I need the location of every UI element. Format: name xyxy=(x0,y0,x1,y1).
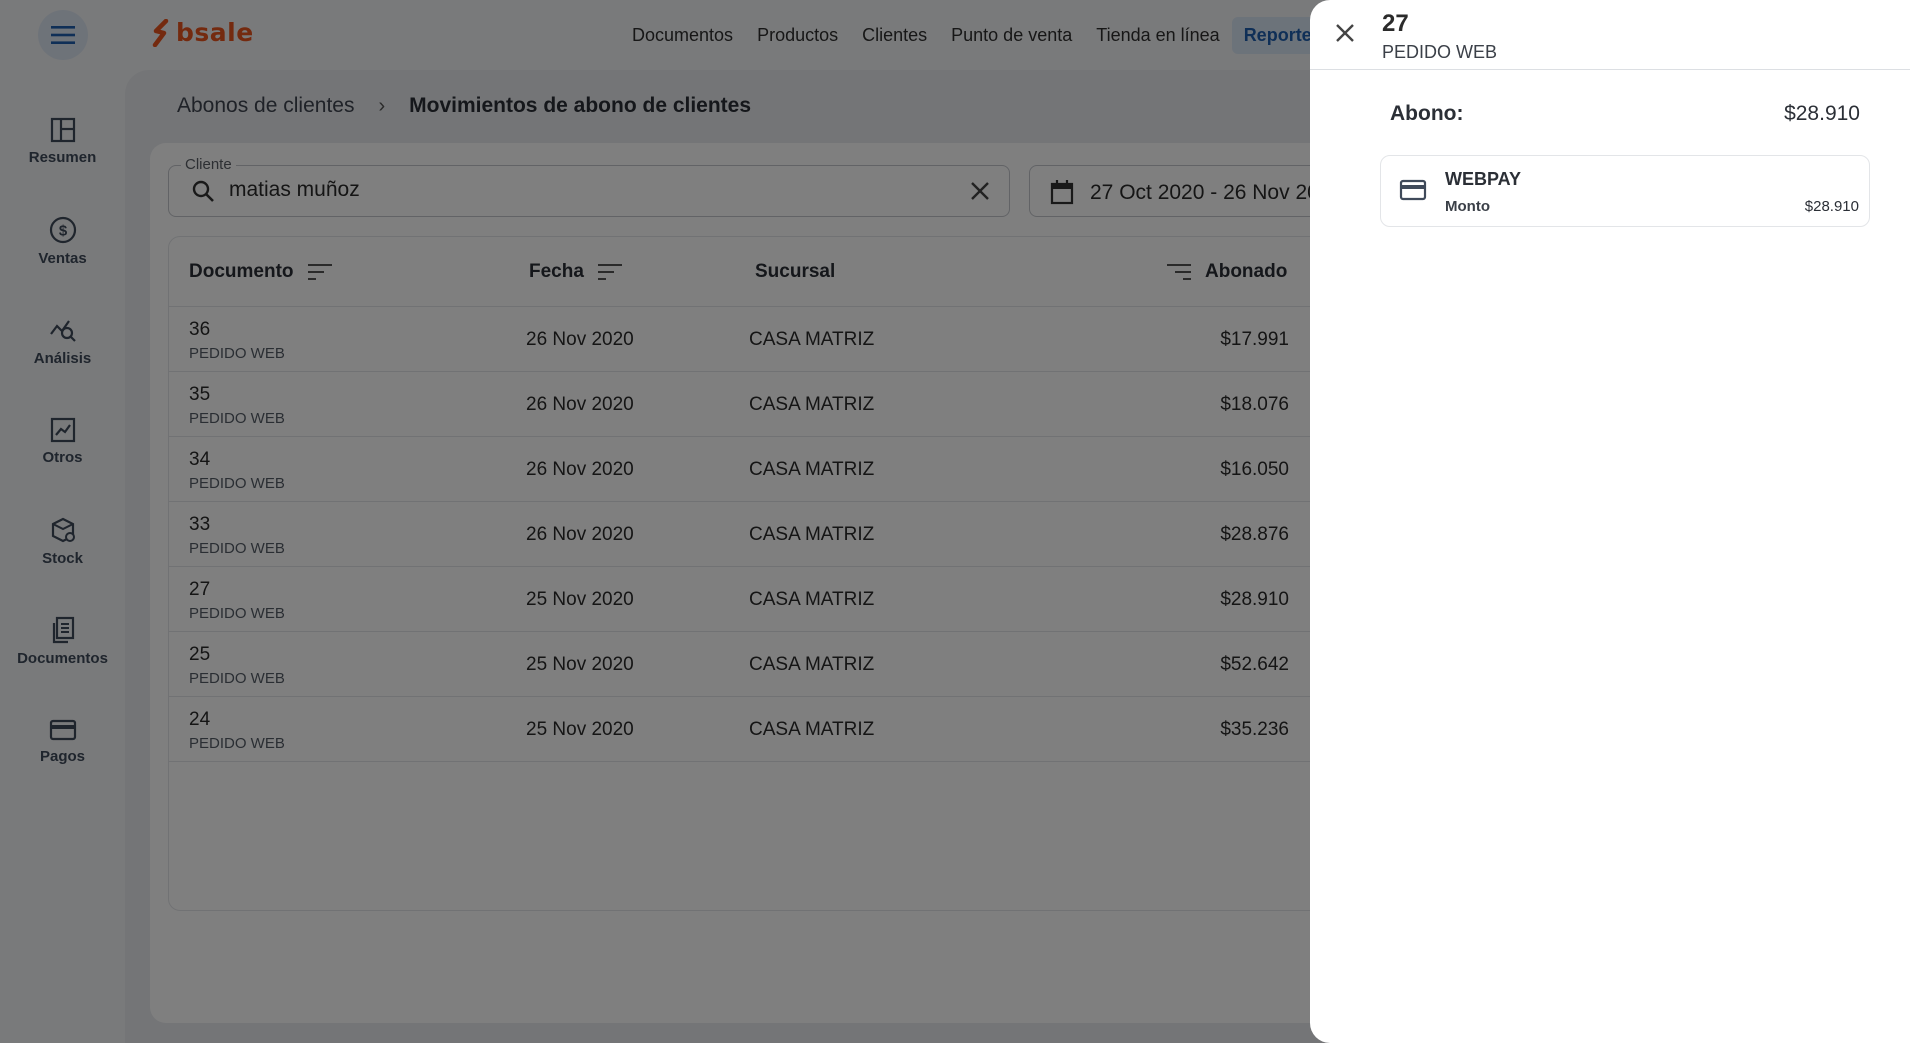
payment-amount: $28.910 xyxy=(1804,198,1859,215)
drawer-doc-number: 27 xyxy=(1382,10,1409,37)
close-icon[interactable] xyxy=(1334,22,1356,44)
detail-drawer: 27 PEDIDO WEB Abono: $28.910 WEBPAY Mont… xyxy=(1310,0,1910,1043)
drawer-header: 27 PEDIDO WEB xyxy=(1310,0,1910,70)
payment-card: WEBPAY Monto $28.910 xyxy=(1380,155,1870,227)
payment-amount-label: Monto xyxy=(1445,198,1490,215)
drawer-doc-type: PEDIDO WEB xyxy=(1382,42,1498,62)
credit-card-icon xyxy=(1399,179,1427,201)
payment-method: WEBPAY xyxy=(1445,169,1522,189)
abono-value: $28.910 xyxy=(1784,102,1860,125)
abono-label: Abono: xyxy=(1390,102,1464,125)
